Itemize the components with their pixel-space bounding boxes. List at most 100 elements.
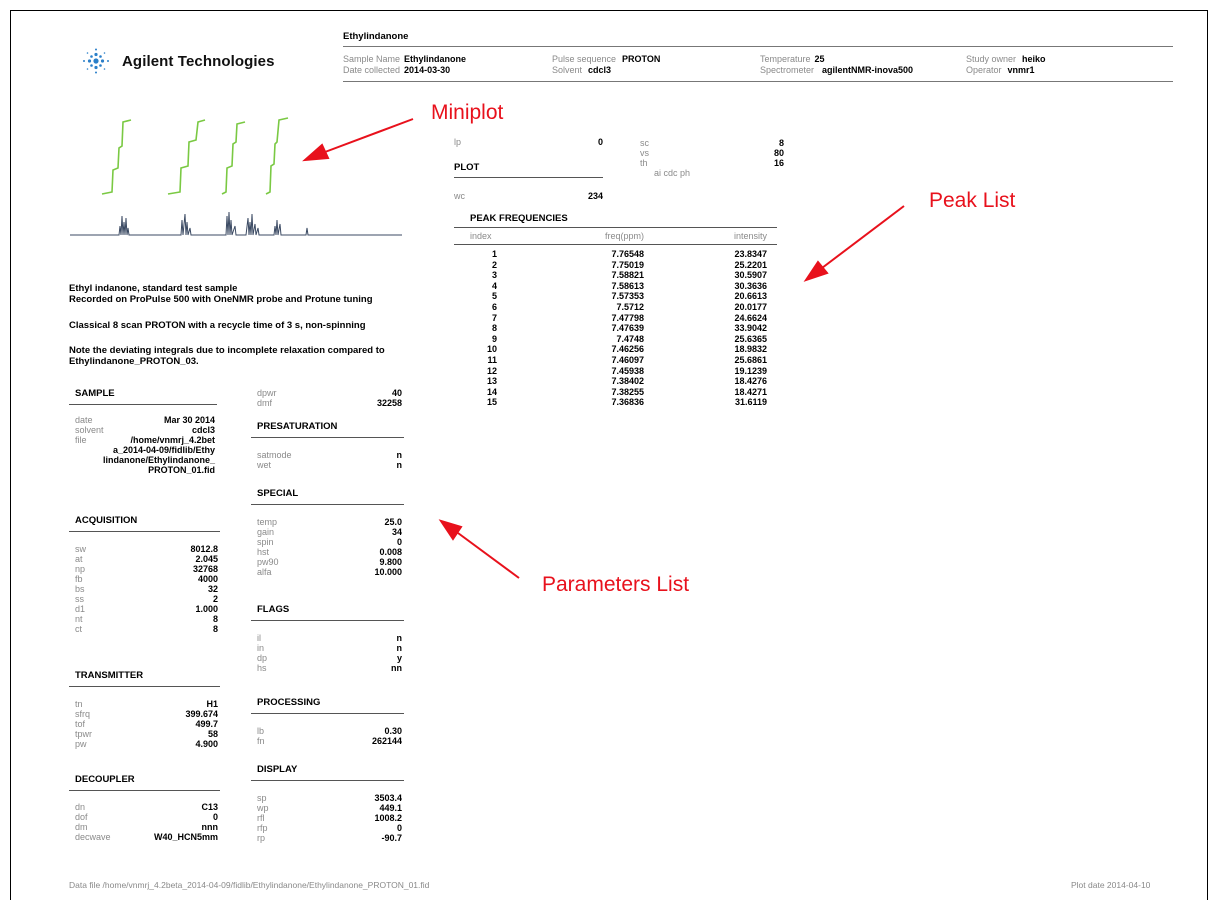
peak-row: 9 7.4748 25.6365 [454,334,777,345]
peak-frequency: 7.47798 [611,312,644,323]
param-value: 10.000 [374,567,402,577]
param-fn: fn 262144 [257,736,402,746]
peak-row: 3 7.58821 30.5907 [454,270,777,281]
param-value: 58 [207,729,218,739]
param-lp: lp 0 [454,137,603,147]
param-wet: wet n [257,460,402,470]
section-decoupler-title: DECOUPLER [75,774,135,785]
peak-row: 15 7.36836 31.6119 [454,397,777,408]
param-rp: rp -90.7 [257,833,402,843]
param-value: 4000 [197,574,218,584]
peak-intensity: 33.9042 [734,323,767,334]
param-ss: ss 2 [75,594,218,604]
processing-section: PROCESSING lb 0.30 fn 262144 [251,697,404,746]
param-in: in n [257,643,402,653]
param-alfa: alfa 10.000 [257,567,402,577]
param-hs: hs nn [257,663,402,673]
param-file: file/home/vnmrj_4.2bet [75,435,215,445]
param-key: temp [257,517,278,527]
col-index-header: index [470,231,492,241]
param-value: n [396,633,403,643]
peak-frequency: 7.47639 [611,323,644,334]
peak-index: 6 [491,301,497,312]
peak-index: 15 [486,397,497,408]
peak-index: 4 [491,280,497,291]
param-key: sw [75,544,86,554]
param-ct: ct 8 [75,624,218,634]
decoupler-rows: dn C13 dof 0 dm nnn decwave W40_HCN5mm [75,802,218,842]
param-rfl: rfl 1008.2 [257,813,402,823]
param-key: bs [75,584,85,594]
peak-intensity: 20.0177 [734,301,767,312]
param-value: 0.30 [384,726,402,736]
description-line-2: Recorded on ProPulse 500 with OneNMR pro… [69,294,373,305]
param-value: 399.674 [185,709,218,719]
peak-row: 5 7.57353 20.6613 [454,291,777,302]
special-section: SPECIAL temp 25.0 gain 34 spin 0 hst 0.008 pw90 9… [251,488,404,577]
param-key: pw90 [257,557,279,567]
section-acquisition-title: ACQUISITION [75,515,138,526]
param-value: 1008.2 [374,813,402,823]
peak-index: 2 [491,259,497,270]
col-freq-header: freq(ppm) [604,231,644,241]
param-pw90: pw90 9.800 [257,557,402,567]
param-value: 0 [212,812,218,822]
param-key: wet [257,460,272,470]
param-value: W40_HCN5mm [153,832,218,842]
peak-row: 12 7.45938 19.1239 [454,366,777,377]
param-key: dpwr [257,388,277,398]
param-dm: dm nnn [75,822,218,832]
param-key: rp [257,833,266,843]
param-tof: tof 499.7 [75,719,218,729]
param-value: 262144 [371,736,402,746]
peak-table-title: PEAK FREQUENCIES [470,213,568,224]
param-key: lb [257,726,265,736]
param-dn: dn C13 [75,802,218,812]
param-vs: vs 80 [640,148,784,158]
description-line-5: Ethylindanone_PROTON_03. [69,356,199,367]
param-value: 0 [396,537,402,547]
plot-params-right: sc 8 vs 80 th 16 ai cdc ph [640,138,784,178]
param-satmode: satmode n [257,450,402,460]
decoupler-extra-rows: dpwr 40 dmf 32258 [257,388,402,408]
peak-frequency: 7.38402 [611,376,644,387]
param-key: tof [75,719,86,729]
param-file-line-3: lindanone/Ethylindanone_ [102,455,215,465]
param-key: at [75,554,83,564]
param-value: 8 [212,614,218,624]
param-spin: spin 0 [257,537,402,547]
section-special-title: SPECIAL [257,488,299,499]
peak-index: 13 [486,376,497,387]
peak-intensity: 25.2201 [734,259,767,270]
param-value: 4.900 [195,739,218,749]
section-flags-title: FLAGS [257,604,290,615]
param-value: 8 [212,624,218,634]
peak-index: 7 [491,312,497,323]
peak-index: 3 [491,270,497,281]
sample-section: SAMPLE date Mar 30 2014 solvent cdcl3 file… [69,388,217,475]
param-key: pw [75,739,87,749]
param-key: hs [257,663,267,673]
param-key: dof [75,812,88,822]
peak-index: 11 [487,354,497,365]
param-at: at 2.045 [75,554,218,564]
peak-intensity: 30.3636 [734,280,767,291]
param-file-line-2: a_2014-04-09/fidlib/Ethy [112,445,215,455]
param-rfp: rfp 0 [257,823,402,833]
param-key: np [75,564,86,574]
param-value: n [396,460,403,470]
peak-row: 10 7.46256 18.9832 [454,344,777,355]
peak-index: 1 [491,249,497,259]
param-d1: d1 1.000 [75,604,218,614]
param-key: decwave [75,832,111,842]
param-key: in [257,643,265,653]
peak-table: PEAK FREQUENCIES index freq(ppm) intensi… [454,213,777,408]
param-value: 32258 [376,398,402,408]
peak-index: 9 [491,333,497,344]
param-key: sfrq [75,709,91,719]
peak-table-header-rule [454,244,777,245]
param-tpwr: tpwr 58 [75,729,218,739]
section-sample-rule [69,404,217,405]
section-display-title: DISPLAY [257,764,298,775]
param-key: d1 [75,604,86,614]
